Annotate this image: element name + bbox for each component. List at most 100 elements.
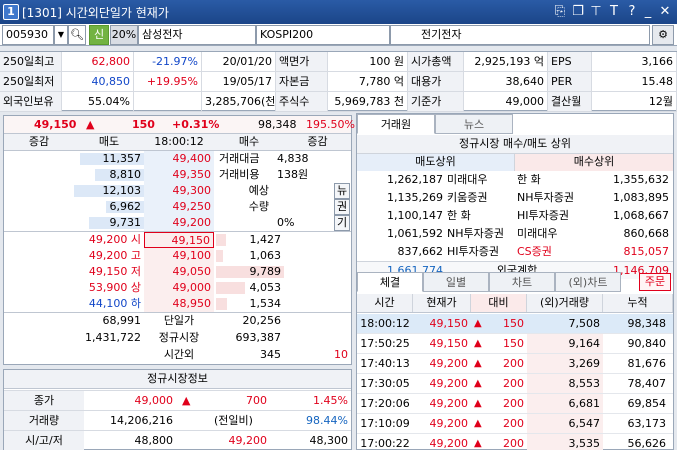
info-cell: 15.48 — [592, 72, 677, 91]
orderbook-header: 증감 매도 18:00:12 매수 증감 — [4, 134, 351, 151]
market-info-row: 시/고/저 48,800 49,200 48,300 — [4, 430, 351, 450]
info-cell: 19/05/17 — [202, 72, 276, 91]
info-cell: 3,166 — [592, 52, 677, 71]
broker-row[interactable]: 1,262,187 미래대우 한 화 1,355,632 — [357, 171, 673, 189]
bid-price[interactable]: 49,050 — [144, 264, 214, 280]
bid-row[interactable]: 49,200 시 49,150 1,427 — [4, 232, 351, 248]
trade-row[interactable]: 18:00:12 49,150 ▲ 150 7,508 98,348 — [357, 314, 673, 334]
minimize-icon[interactable]: _ — [640, 3, 656, 20]
info-cell: 대용가 — [408, 72, 464, 91]
buy-broker: 미래대우 — [517, 227, 558, 240]
trade-row[interactable]: 17:00:22 49,200 ▲ 200 3,535 56,626 — [357, 434, 673, 450]
total-label: 시간외 — [163, 348, 195, 361]
ask-row[interactable]: 8,810 49,350 거래비용 138원 — [4, 167, 351, 183]
trade-row[interactable]: 17:50:25 49,150 ▲ 150 9,164 90,840 — [357, 334, 673, 354]
link-icon[interactable]: ⎘ — [552, 3, 568, 20]
bid-row[interactable]: 44,100 하 48,950 1,534 — [4, 296, 351, 312]
volume-ratio: 195.50% — [306, 118, 355, 131]
ask-row[interactable]: 12,103 49,300 예상 — [4, 183, 351, 199]
help-icon[interactable]: ? — [624, 3, 640, 20]
search-icon[interactable]: 🔍︎ — [68, 25, 86, 45]
trade-cumulative: 69,854 — [627, 397, 667, 410]
bid-qty: 1,534 — [249, 297, 282, 310]
ask-price[interactable]: 49,400 — [144, 151, 214, 167]
trade-info-value — [274, 199, 334, 215]
day-price-label: 49,200 시 — [88, 233, 141, 246]
sell-qty: 1,135,269 — [387, 191, 443, 204]
current-price: 49,150 — [34, 118, 77, 131]
close-icon[interactable]: ✕ — [657, 3, 673, 20]
trade-row[interactable]: 17:30:05 49,200 ▲ 200 8,553 78,407 — [357, 374, 673, 394]
side-button[interactable]: 뉴 — [334, 183, 350, 199]
broker-row[interactable]: 1,100,147 한 화 HI투자증권 1,068,667 — [357, 207, 673, 225]
ask-row[interactable]: 11,357 49,400 거래대금 4,838 — [4, 151, 351, 167]
tab-trade-1[interactable]: 일별 — [423, 272, 489, 292]
total-extra: 10 — [334, 348, 348, 361]
col-change: 증감 — [28, 135, 50, 148]
info-cell: 시가총액 — [408, 52, 464, 71]
trade-row[interactable]: 17:10:09 49,200 ▲ 200 6,547 63,173 — [357, 414, 673, 434]
total-ask: 1,431,722 — [85, 331, 141, 344]
ask-price[interactable]: 49,350 — [144, 167, 214, 183]
bid-price[interactable]: 48,950 — [144, 296, 214, 312]
broker-row[interactable]: 1,135,269 키움증권 NH투자증권 1,083,895 — [357, 189, 673, 207]
sell-qty: 1,262,187 — [387, 173, 443, 186]
order-button[interactable]: 주문 — [639, 273, 671, 291]
info-cell: 100 원 — [328, 52, 408, 71]
trade-row[interactable]: 17:20:06 49,200 ▲ 200 6,681 69,854 — [357, 394, 673, 414]
bid-row[interactable]: 49,200 고 49,100 1,063 — [4, 248, 351, 264]
market-info-row: 종가 49,000 ▲ 700 1.45% — [4, 390, 351, 410]
side-button[interactable]: 기 — [334, 215, 350, 231]
trade-volume: 7,508 — [568, 317, 601, 330]
copy-window-icon[interactable]: ❐ — [570, 3, 586, 20]
buy-broker: HI투자증권 — [517, 209, 569, 222]
stock-code-input[interactable]: 005930 — [2, 25, 54, 45]
info-cell: 외국인보유 — [0, 92, 62, 111]
tab-trade-2[interactable]: 차트 — [489, 272, 555, 292]
broker-row[interactable]: 837,662 HI투자증권 CS증권 815,057 — [357, 243, 673, 261]
market-info-d: 98.44% — [306, 414, 348, 427]
ask-price[interactable]: 49,300 — [144, 183, 214, 199]
bid-row[interactable]: 49,150 저 49,050 9,789 — [4, 264, 351, 280]
tab-trade-0[interactable]: 체결 — [357, 272, 423, 292]
stock-name: 삼성전자 — [138, 25, 256, 45]
pin-icon[interactable]: ⊤ — [588, 3, 604, 20]
tab-broker[interactable]: 거래원 — [357, 114, 435, 134]
col-change2: 증감 — [307, 135, 328, 148]
sell-broker: NH투자증권 — [447, 227, 504, 240]
info-cell — [134, 92, 202, 111]
bid-qty: 4,053 — [249, 281, 282, 294]
broker-row[interactable]: 1,061,592 NH투자증권 미래대우 860,668 — [357, 225, 673, 243]
trade-info-label: 예상 — [248, 184, 269, 197]
market-info-a: 14,206,216 — [110, 414, 173, 427]
buy-broker: 한 화 — [517, 173, 541, 186]
tab-trade-3[interactable]: (외)차트 — [555, 272, 621, 292]
ask-row[interactable]: 9,731 49,200 0% — [4, 215, 351, 231]
ask-row[interactable]: 6,962 49,250 수량 — [4, 199, 351, 215]
side-button[interactable]: 권 — [334, 199, 350, 215]
trade-price: 49,200 — [429, 437, 469, 450]
bid-price[interactable]: 49,100 — [144, 248, 214, 264]
ask-qty: 12,103 — [102, 184, 142, 197]
bid-row[interactable]: 53,900 상 49,000 4,053 — [4, 280, 351, 296]
trade-time: 17:20:06 — [360, 397, 410, 410]
trade-info-label: 거래대금 — [219, 152, 260, 165]
tab-news[interactable]: 뉴스 — [435, 114, 513, 134]
market-info-title: 정규시장정보 — [4, 370, 351, 389]
sell-qty: 1,061,592 — [387, 227, 443, 240]
dropdown-arrow-icon[interactable]: ▼ — [54, 25, 68, 45]
bid-price[interactable]: 49,000 — [144, 280, 214, 296]
font-size-icon[interactable]: T — [606, 3, 622, 20]
total-extra — [284, 330, 351, 346]
bid-price[interactable]: 49,150 — [144, 232, 214, 248]
trade-row[interactable]: 17:40:13 49,200 ▲ 200 3,269 81,676 — [357, 354, 673, 374]
trade-volume: 3,269 — [527, 354, 603, 373]
ask-price[interactable]: 49,250 — [144, 199, 214, 215]
ask-price[interactable]: 49,200 — [144, 215, 214, 231]
total-row: 시간외 345 10 — [4, 347, 351, 364]
info-cell: PER — [548, 72, 592, 91]
info-cell: 결산월 — [548, 92, 592, 111]
settings-gear-icon[interactable]: ⚙ — [652, 25, 674, 45]
ask-qty: 11,357 — [102, 152, 142, 165]
info-cell: 7,780 억 — [328, 72, 408, 91]
